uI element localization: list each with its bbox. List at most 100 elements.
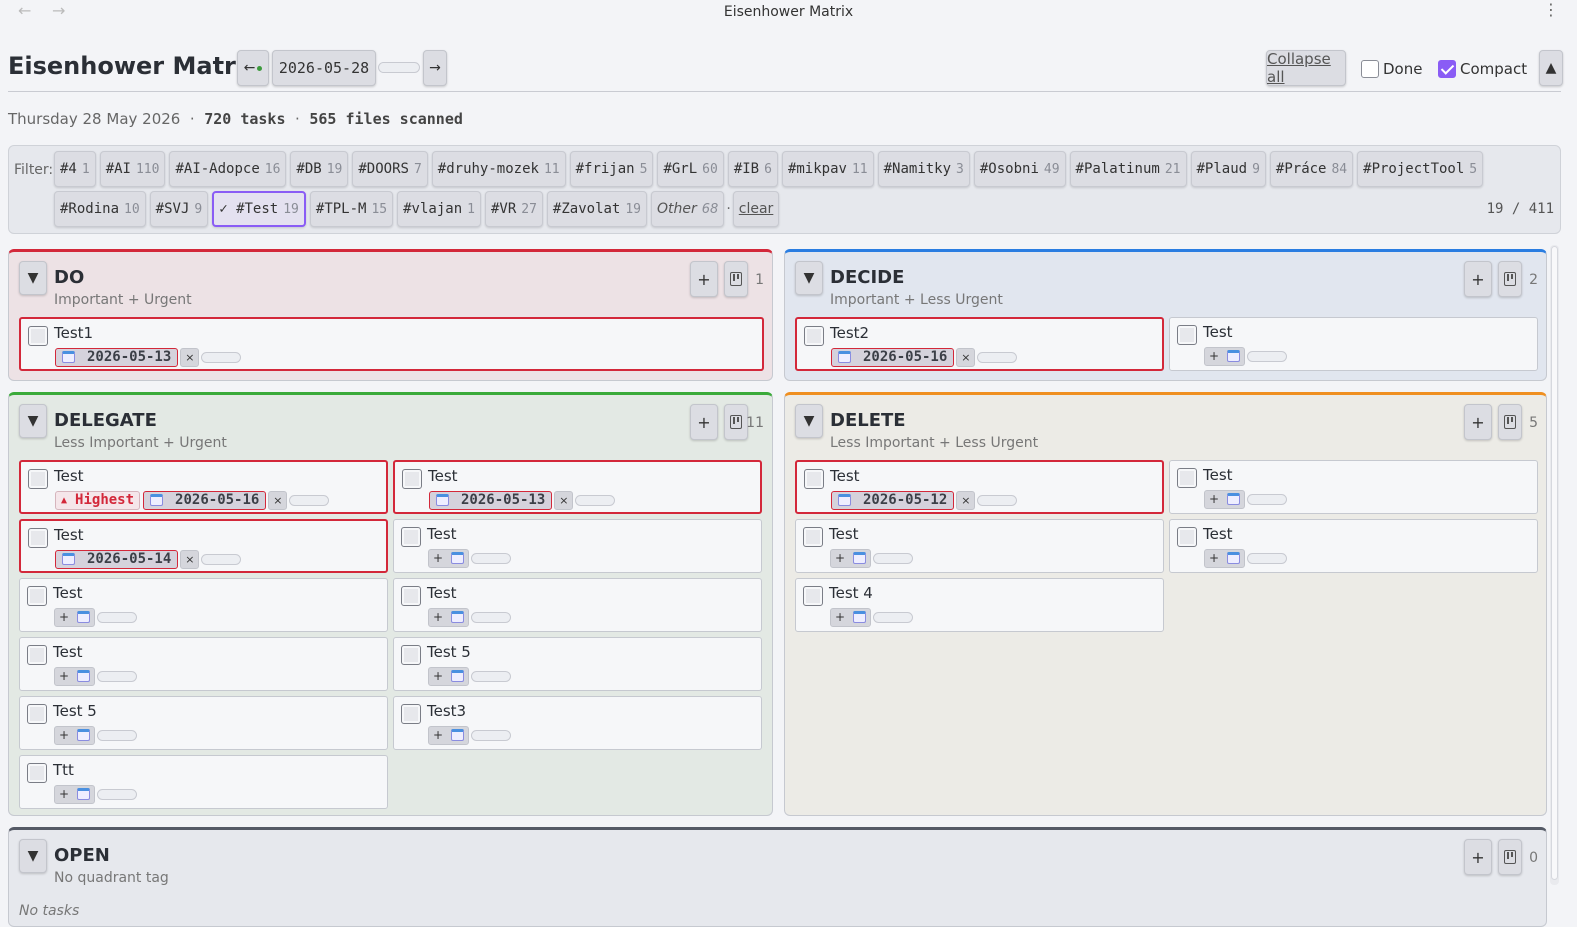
forward-arrow-icon[interactable]: → [52, 0, 65, 22]
add-date-button[interactable]: + [428, 666, 470, 686]
task-card[interactable]: Test + [1169, 317, 1538, 371]
due-date-badge[interactable]: 2026-05-13 [55, 347, 179, 367]
task-extra-pill[interactable] [97, 729, 138, 741]
task-title[interactable]: Test [427, 525, 457, 543]
task-title[interactable]: Test1 [54, 324, 93, 342]
task-extra-pill[interactable] [97, 670, 138, 682]
due-date-badge[interactable]: 2026-05-12 [831, 490, 955, 510]
task-checkbox[interactable] [401, 704, 421, 724]
tag-chip[interactable]: #Plaud 9 [1190, 151, 1266, 187]
remove-date-x-icon[interactable]: × [180, 549, 200, 569]
tag-chip[interactable]: #druhy-mozek 11 [431, 151, 566, 187]
tag-chip[interactable]: #GrL 60 [657, 151, 724, 187]
add-date-button[interactable]: + [428, 725, 470, 745]
tag-chip[interactable]: #VR 27 [484, 191, 543, 227]
task-title[interactable]: Test [53, 584, 83, 602]
compact-checkbox[interactable] [1438, 60, 1456, 78]
task-extra-pill[interactable] [1247, 552, 1288, 564]
tag-chip-other[interactable]: Other 68 [651, 191, 725, 227]
add-date-button[interactable]: + [54, 666, 96, 686]
add-task-button[interactable]: + [1464, 404, 1492, 440]
due-date-badge[interactable]: 2026-05-13 [429, 490, 553, 510]
task-title[interactable]: Test 4 [829, 584, 873, 602]
add-task-button[interactable]: + [690, 261, 718, 297]
tag-chip[interactable]: #Práce 84 [1269, 151, 1354, 187]
task-card[interactable]: Test + [393, 578, 762, 632]
collapse-all-button[interactable]: Collapse all [1266, 50, 1346, 86]
board-view-button[interactable] [1498, 404, 1522, 440]
add-date-button[interactable]: + [1204, 346, 1246, 366]
tag-chip[interactable]: #Rodina 10 [54, 191, 146, 227]
task-card[interactable]: Test + [1169, 460, 1538, 514]
task-checkbox[interactable] [804, 469, 824, 489]
add-task-button[interactable]: + [1464, 839, 1492, 875]
tag-chip[interactable]: #mikpav 11 [781, 151, 874, 187]
due-date-badge[interactable]: 2026-05-16 [831, 347, 955, 367]
task-extra-pill[interactable] [977, 351, 1018, 363]
task-checkbox[interactable] [27, 586, 47, 606]
task-extra-pill[interactable] [575, 494, 616, 506]
remove-date-x-icon[interactable]: × [554, 490, 574, 510]
date-extra-pill[interactable] [378, 62, 420, 73]
collapse-toggle-icon[interactable]: ▼ [19, 839, 47, 873]
task-extra-pill[interactable] [1247, 350, 1288, 362]
task-checkbox[interactable] [402, 469, 422, 489]
remove-date-x-icon[interactable]: × [956, 490, 976, 510]
board-view-button[interactable] [724, 404, 748, 440]
compact-toggle[interactable]: Compact [1438, 60, 1527, 78]
scrollbar-thumb[interactable] [1551, 246, 1558, 880]
task-checkbox[interactable] [401, 645, 421, 665]
task-title[interactable]: Test [427, 584, 457, 602]
task-checkbox[interactable] [27, 704, 47, 724]
tag-chip[interactable]: ✓ #Test 19 [212, 191, 306, 227]
task-title[interactable]: Test [1203, 466, 1233, 484]
remove-date-x-icon[interactable]: × [956, 347, 976, 367]
add-date-button[interactable]: + [54, 725, 96, 745]
collapse-toggle-icon[interactable]: ▼ [795, 261, 823, 295]
task-checkbox[interactable] [803, 527, 823, 547]
priority-badge[interactable]: ▲ Highest [55, 490, 141, 510]
task-card[interactable]: Test + [393, 519, 762, 573]
add-date-button[interactable]: + [830, 607, 872, 627]
done-checkbox[interactable] [1361, 60, 1379, 78]
next-day-button[interactable]: → [423, 50, 447, 86]
task-extra-pill[interactable] [873, 611, 914, 623]
collapse-toggle-icon[interactable]: ▼ [795, 404, 823, 438]
task-extra-pill[interactable] [1247, 493, 1288, 505]
task-extra-pill[interactable] [201, 553, 242, 565]
remove-date-x-icon[interactable]: × [180, 347, 200, 367]
collapse-toggle-icon[interactable]: ▼ [19, 404, 47, 438]
task-title[interactable]: Test [1203, 525, 1233, 543]
task-title[interactable]: Test [53, 643, 83, 661]
task-title[interactable]: Test [428, 467, 458, 485]
task-title[interactable]: Test2 [830, 324, 869, 342]
back-arrow-icon[interactable]: ← [18, 0, 31, 22]
tag-chip[interactable]: #Namitky 3 [877, 151, 970, 187]
task-title[interactable]: Test [829, 525, 859, 543]
tag-chip[interactable]: #SVJ 9 [149, 191, 209, 227]
task-checkbox[interactable] [1177, 527, 1197, 547]
task-card[interactable]: Test ▲ Highest 2026-05-16 × [19, 460, 388, 514]
tag-chip[interactable]: #DB 19 [290, 151, 349, 187]
task-card[interactable]: Test 2026-05-13 × [393, 460, 762, 514]
add-task-button[interactable]: + [1464, 261, 1492, 297]
task-card[interactable]: Test 2026-05-12 × [795, 460, 1164, 514]
task-checkbox[interactable] [401, 586, 421, 606]
task-card[interactable]: Test 5 + [393, 637, 762, 691]
task-extra-pill[interactable] [873, 552, 914, 564]
tag-chip[interactable]: #AI-Adopce 16 [169, 151, 287, 187]
board-view-button[interactable] [724, 261, 748, 297]
task-checkbox[interactable] [28, 326, 48, 346]
tag-chip[interactable]: #ProjectTool 5 [1357, 151, 1484, 187]
task-card[interactable]: Test + [1169, 519, 1538, 573]
add-date-button[interactable]: + [1204, 548, 1246, 568]
task-card[interactable]: Test + [795, 519, 1164, 573]
task-card[interactable]: Test 5 + [19, 696, 388, 750]
tag-chip[interactable]: #Palatinum 21 [1069, 151, 1187, 187]
task-card[interactable]: Test3 + [393, 696, 762, 750]
add-task-button[interactable]: + [690, 404, 718, 440]
tag-chip[interactable]: #AI 110 [99, 151, 166, 187]
task-extra-pill[interactable] [977, 494, 1018, 506]
clear-filter-button[interactable]: clear [732, 191, 780, 227]
task-extra-pill[interactable] [97, 611, 138, 623]
